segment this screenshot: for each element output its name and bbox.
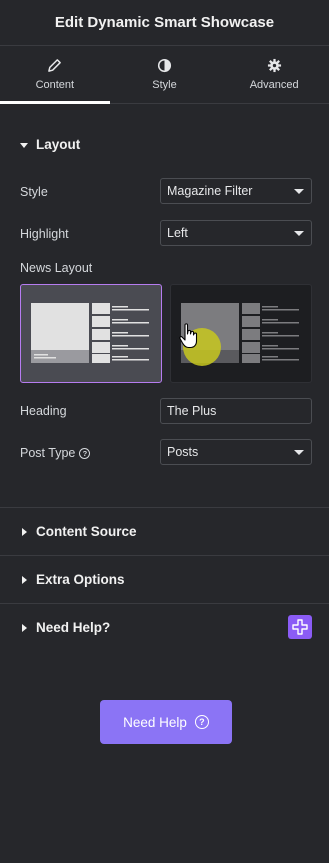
news-layout-option-2[interactable] <box>170 284 312 383</box>
section-need-help-toggle[interactable]: Need Help? <box>20 620 110 635</box>
need-help-button[interactable]: Need Help ? <box>100 700 232 744</box>
section-content-source-toggle[interactable]: Content Source <box>20 524 137 539</box>
plugin-logo-badge[interactable] <box>288 615 312 639</box>
section-content-source-title: Content Source <box>36 524 137 539</box>
style-select[interactable]: Magazine Filter <box>160 178 312 204</box>
section-divider <box>0 555 329 556</box>
section-divider <box>0 507 329 508</box>
section-need-help-title: Need Help? <box>36 620 111 635</box>
gear-icon <box>267 58 281 73</box>
post-type-label-row: Post Type? <box>20 446 91 460</box>
half-circle-icon <box>157 58 172 73</box>
section-extra-options-title: Extra Options <box>36 572 125 587</box>
section-layout-title: Layout <box>36 137 81 152</box>
news-layout-option-1[interactable] <box>20 284 162 383</box>
caret-right-icon <box>22 575 27 584</box>
section-extra-options-toggle[interactable]: Extra Options <box>20 572 125 587</box>
dropdown-arrow-icon <box>294 231 304 236</box>
style-select-value: Magazine Filter <box>167 184 253 198</box>
panel-title: Edit Dynamic Smart Showcase <box>54 14 275 31</box>
tab-content[interactable]: Content <box>0 46 110 104</box>
dropdown-arrow-icon <box>294 450 304 455</box>
pointer-hand-icon <box>179 323 198 349</box>
post-type-select[interactable]: Posts <box>160 439 312 465</box>
section-layout-toggle[interactable]: Layout <box>20 137 80 152</box>
section-divider <box>0 603 329 604</box>
heading-input[interactable]: The Plus <box>160 398 312 424</box>
post-type-select-value: Posts <box>167 445 199 459</box>
highlight-label: Highlight <box>20 227 69 241</box>
tab-advanced[interactable]: Advanced <box>219 46 329 103</box>
layout-thumbnail-icon <box>31 303 149 363</box>
caret-right-icon <box>22 527 27 536</box>
heading-input-value: The Plus <box>167 404 217 418</box>
caret-right-icon <box>22 623 27 632</box>
highlight-select[interactable]: Left <box>160 220 312 246</box>
tab-style-label: Style <box>152 79 177 91</box>
tab-advanced-label: Advanced <box>249 79 299 91</box>
panel-tabs: Content Style Advanced <box>0 46 329 104</box>
post-type-label: Post Type <box>20 446 76 460</box>
news-layout-label: News Layout <box>20 261 93 275</box>
tab-style[interactable]: Style <box>110 46 220 103</box>
plus-logo-icon <box>292 619 308 635</box>
pencil-icon <box>48 59 62 72</box>
dropdown-arrow-icon <box>294 189 304 194</box>
panel-header: Edit Dynamic Smart Showcase <box>0 0 329 46</box>
heading-label: Heading <box>20 404 67 418</box>
style-label: Style <box>20 185 48 199</box>
caret-down-icon <box>20 142 28 148</box>
highlight-select-value: Left <box>167 226 188 240</box>
question-circle-icon: ? <box>194 715 209 729</box>
need-help-button-label: Need Help <box>123 714 187 730</box>
tab-content-label: Content <box>35 79 75 91</box>
question-circle-icon[interactable]: ? <box>79 448 91 460</box>
